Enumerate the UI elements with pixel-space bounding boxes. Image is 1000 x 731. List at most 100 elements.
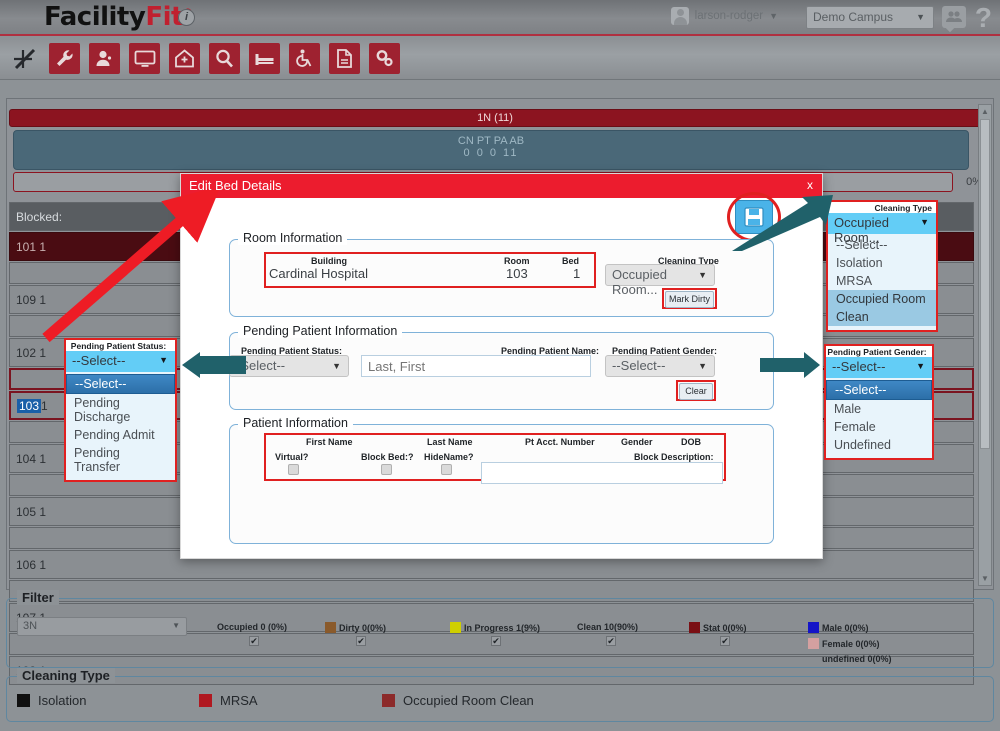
info-icon[interactable]: i xyxy=(178,9,195,26)
app-logo: FacilityFit® xyxy=(44,2,192,32)
chevron-down-icon: ▼ xyxy=(172,621,180,630)
annotation-arrow-gender xyxy=(760,352,822,378)
home-plus-icon[interactable] xyxy=(169,43,200,74)
cleaning-type-select[interactable]: Occupied Room... ▼ xyxy=(605,264,715,286)
search-icon[interactable] xyxy=(209,43,240,74)
pending-patient-status-dropdown-selected[interactable]: --Select-- ▼ xyxy=(66,351,175,372)
legend-swatch-female xyxy=(808,638,819,649)
pending-patient-status-dropdown-selected-text: --Select-- xyxy=(72,353,125,368)
cleaning-type-mrsa-label: MRSA xyxy=(220,693,258,708)
user-menu[interactable]: larson-rodger ▼ xyxy=(671,7,778,25)
help-icon[interactable]: ? xyxy=(975,2,992,34)
cleaning-type-mrsa: MRSA xyxy=(199,693,258,708)
dob-label: DOB xyxy=(681,437,701,447)
legend-dirty-label: Dirty 0(0%) xyxy=(339,623,386,633)
legend-in-progress: In Progress 1(9%) xyxy=(450,622,540,633)
filter-checkbox-stat[interactable]: ✔ xyxy=(720,636,730,646)
cleaning-type-option-isolation[interactable]: Isolation xyxy=(828,254,936,272)
magic-wand-icon[interactable] xyxy=(10,44,40,74)
filter-checkbox-in-progress[interactable]: ✔ xyxy=(491,636,501,646)
cleaning-type-dropdown-selected[interactable]: Occupied Room... ▼ xyxy=(828,213,936,234)
floor-title-bar: 1N (11) xyxy=(9,109,981,127)
mark-dirty-button[interactable]: Mark Dirty xyxy=(665,291,714,308)
legend-stat-label: Stat 0(0%) xyxy=(703,623,747,633)
cleaning-type-option-list: --Select-- Isolation MRSA Occupied Room … xyxy=(828,234,936,330)
block-bed-label: Block Bed:? xyxy=(361,452,414,462)
scroll-down-arrow-icon[interactable]: ▼ xyxy=(981,574,989,583)
block-description-label: Block Description: xyxy=(634,452,714,462)
logo-text-facility: Facility xyxy=(44,2,145,32)
legend-undefined: undefined 0(0%) xyxy=(822,654,892,664)
main-toolbar xyxy=(0,38,1000,80)
bed-label: Bed xyxy=(562,256,579,266)
pending-patient-status-option-admit[interactable]: Pending Admit xyxy=(66,426,175,444)
bed-icon[interactable] xyxy=(249,43,280,74)
pending-patient-gender-option-select[interactable]: --Select-- xyxy=(826,380,932,400)
legend-clean: Clean 10(90%) xyxy=(577,622,638,632)
monitor-icon[interactable] xyxy=(129,43,160,74)
cleaning-type-dropdown-callout: Cleaning Type Occupied Room... ▼ --Selec… xyxy=(826,200,938,332)
floor-stats-panel: CN PT PA AB 0 0 0 11 xyxy=(13,130,969,170)
pending-patient-gender-option-male[interactable]: Male xyxy=(826,400,932,418)
filter-panel: Filter 3N ▼ Occupied 0 (0%) ✔ Dirty 0(0%… xyxy=(6,598,994,668)
room-number-selected: 103 xyxy=(17,399,41,413)
filter-checkbox-dirty[interactable]: ✔ xyxy=(356,636,366,646)
filter-checkbox-clean[interactable]: ✔ xyxy=(606,636,616,646)
pending-patient-gender-dropdown-selected-text: --Select-- xyxy=(832,359,885,374)
chevron-down-icon: ▼ xyxy=(916,12,925,22)
person-icon[interactable] xyxy=(89,43,120,74)
cleaning-type-option-clean[interactable]: Clean xyxy=(828,308,936,326)
cleaning-type-option-mrsa[interactable]: MRSA xyxy=(828,272,936,290)
unit-filter-select[interactable]: 3N ▼ xyxy=(17,617,187,636)
stats-values: 0 0 0 11 xyxy=(14,147,968,159)
cleaning-type-legend-title: Cleaning Type xyxy=(17,668,115,683)
pending-patient-status-dropdown-callout: Pending Patient Status: --Select-- ▼ --S… xyxy=(64,338,177,482)
legend-female: Female 0(0%) xyxy=(808,638,880,649)
close-icon[interactable]: x xyxy=(807,178,813,192)
scrollbar-thumb[interactable] xyxy=(980,119,990,449)
clear-button[interactable]: Clear xyxy=(679,383,713,400)
block-description-input[interactable] xyxy=(481,462,723,484)
pending-patient-gender-select[interactable]: --Select-- ▼ xyxy=(605,355,715,377)
filter-checkbox-occupied[interactable]: ✔ xyxy=(249,636,259,646)
wrench-icon[interactable] xyxy=(49,43,80,74)
cleaning-type-occupied-room-clean: Occupied Room Clean xyxy=(382,693,534,708)
block-bed-checkbox[interactable] xyxy=(381,464,392,475)
vertical-scrollbar[interactable]: ▲ ▼ xyxy=(978,104,992,586)
cleaning-type-option-occupied-room[interactable]: Occupied Room xyxy=(828,290,936,308)
document-icon[interactable] xyxy=(329,43,360,74)
legend-stat: Stat 0(0%) xyxy=(689,622,747,633)
campus-select[interactable]: Demo Campus ▼ xyxy=(806,6,934,29)
unit-filter-value: 3N xyxy=(23,620,37,632)
app-header: FacilityFit® i larson-rodger ▼ Demo Camp… xyxy=(0,0,1000,36)
pending-patient-status-option-transfer[interactable]: Pending Transfer xyxy=(66,444,175,476)
scroll-up-arrow-icon[interactable]: ▲ xyxy=(981,107,989,116)
patient-information-legend: Patient Information xyxy=(238,416,353,430)
pending-patient-status-option-discharge[interactable]: Pending Discharge xyxy=(66,394,175,426)
room-information-legend: Room Information xyxy=(238,231,347,245)
filter-panel-legend: Filter xyxy=(17,590,59,605)
gears-icon[interactable] xyxy=(369,43,400,74)
chevron-down-icon: ▼ xyxy=(159,355,168,365)
virtual-checkbox[interactable] xyxy=(288,464,299,475)
chevron-down-icon: ▼ xyxy=(698,270,707,280)
legend-male-label: Male 0(0%) xyxy=(822,623,869,633)
hide-name-checkbox[interactable] xyxy=(441,464,452,475)
legend-clean-label: Clean 10(90%) xyxy=(577,622,638,632)
legend-male: Male 0(0%) xyxy=(808,622,869,633)
wheelchair-icon[interactable] xyxy=(289,43,320,74)
pending-patient-gender-dropdown-selected[interactable]: --Select-- ▼ xyxy=(826,357,932,378)
pending-patient-gender-option-female[interactable]: Female xyxy=(826,418,932,436)
cleaning-type-isolation: Isolation xyxy=(17,693,86,708)
people-chat-icon[interactable] xyxy=(942,6,966,28)
first-name-label: First Name xyxy=(306,437,353,447)
user-name-label: larson-rodger xyxy=(695,10,763,22)
annotation-arrow-status xyxy=(178,352,248,378)
pending-patient-status-option-select[interactable]: --Select-- xyxy=(66,374,175,394)
cleaning-type-occupied-room-clean-label: Occupied Room Clean xyxy=(403,693,534,708)
pending-patient-name-input[interactable] xyxy=(361,355,591,377)
pending-patient-gender-option-undefined[interactable]: Undefined xyxy=(826,436,932,454)
room-value: 103 xyxy=(506,266,528,281)
dialog-title-bar: Edit Bed Details x xyxy=(181,174,822,198)
legend-swatch-isolation xyxy=(17,694,30,707)
